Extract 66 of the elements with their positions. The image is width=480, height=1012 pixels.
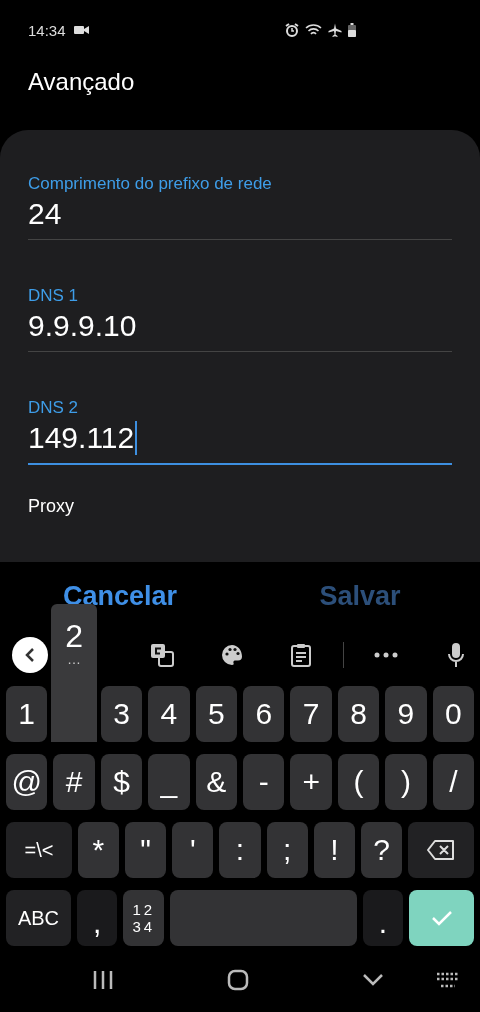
status-time: 14:34 <box>28 21 66 39</box>
keyboard-key[interactable]: 0 <box>432 686 475 742</box>
backspace-icon <box>426 839 456 861</box>
keyboard-key[interactable]: 6 <box>243 686 285 742</box>
keyboard-key[interactable]: * <box>77 822 120 878</box>
keyboard-key[interactable]: ) <box>385 754 427 810</box>
backspace-key[interactable] <box>408 822 474 878</box>
clipboard-icon[interactable] <box>290 643 312 667</box>
field-label: Comprimento do prefixo de rede <box>28 173 273 195</box>
done-key[interactable] <box>409 890 475 946</box>
key-preview-label: 2 <box>65 618 83 654</box>
keyboard-key[interactable]: ! <box>313 822 355 878</box>
keyboard-key[interactable]: : <box>219 822 261 878</box>
field-value: 149.112 <box>28 420 135 456</box>
keyboard-key[interactable]: =\< <box>6 822 72 878</box>
palette-icon[interactable] <box>220 643 244 667</box>
keyboard-key[interactable]: ? <box>360 822 403 878</box>
keyboard-key[interactable]: 8 <box>337 686 380 742</box>
keyboard-key[interactable]: " <box>125 822 167 878</box>
alarm-icon <box>285 23 299 37</box>
numpad-key[interactable]: 12 34 <box>123 890 164 946</box>
page-title: Avançado <box>27 67 136 97</box>
check-icon <box>430 910 453 926</box>
keyboard-key[interactable]: , <box>76 890 118 946</box>
keyboard-key[interactable]: ' <box>172 822 214 878</box>
keyboard-key[interactable]: ABC <box>6 890 71 946</box>
keyboard-key[interactable]: 5 <box>195 686 238 742</box>
microphone-icon[interactable] <box>448 642 464 668</box>
proxy-label: Proxy <box>28 496 75 517</box>
keyboard-key[interactable]: $ <box>100 754 143 810</box>
field-value: 9.9.9.10 <box>28 308 137 344</box>
keyboard-key[interactable]: 4 <box>148 686 190 742</box>
keyboard-icon[interactable] <box>436 972 460 988</box>
keyboard-key[interactable]: 3 <box>100 686 143 742</box>
keyboard-key[interactable]: _ <box>148 754 190 810</box>
keyboard-key[interactable]: . <box>362 890 404 946</box>
battery-icon <box>348 23 356 37</box>
keyboard-key[interactable]: 1 <box>6 686 48 742</box>
key-preview-hint: … <box>67 654 82 664</box>
keyboard-key[interactable]: 9 <box>385 686 427 742</box>
more-icon[interactable] <box>374 652 398 658</box>
recent-apps-icon[interactable] <box>92 970 114 990</box>
keyboard-key[interactable]: ( <box>337 754 380 810</box>
text-field[interactable]: DNS 1 9.9.9.10 <box>28 285 452 352</box>
keyboard-key[interactable]: / <box>432 754 475 810</box>
keyboard-key[interactable]: # <box>53 754 95 810</box>
translate-icon[interactable] <box>150 643 174 667</box>
keyboard-key[interactable]: @ <box>6 754 48 810</box>
text-cursor <box>135 421 138 455</box>
text-field[interactable]: DNS 2 149.112 <box>28 397 452 465</box>
airplane-icon <box>328 23 342 37</box>
keyboard-key[interactable]: ; <box>266 822 308 878</box>
video-camera-icon <box>73 25 89 35</box>
text-field[interactable]: Comprimento do prefixo de rede 24 <box>28 173 452 240</box>
keyboard-key[interactable]: - <box>243 754 285 810</box>
wifi-icon <box>305 23 322 37</box>
home-icon[interactable] <box>227 969 249 991</box>
chevron-left-icon <box>25 648 35 662</box>
keyboard-key[interactable]: & <box>195 754 238 810</box>
keyboard-key[interactable]: 7 <box>290 686 332 742</box>
back-button[interactable] <box>12 637 48 673</box>
field-value: 24 <box>28 196 62 232</box>
chevron-down-icon[interactable] <box>362 973 384 987</box>
keyboard-key[interactable]: + <box>290 754 332 810</box>
field-label: DNS 1 <box>28 285 80 307</box>
field-label: DNS 2 <box>28 397 80 419</box>
